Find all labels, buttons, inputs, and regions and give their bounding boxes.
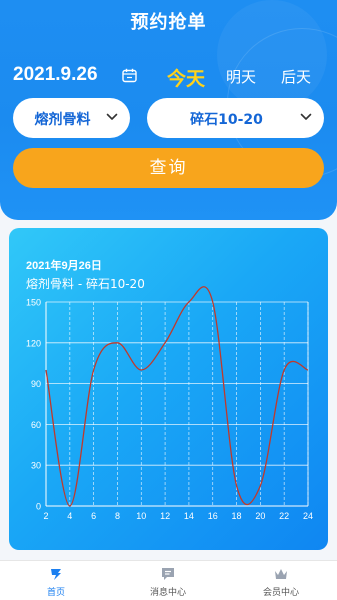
- x-tick-label: 22: [279, 511, 289, 521]
- date-bar: 2021.9.26 今天 明天 后天: [13, 64, 325, 90]
- x-tick-label: 14: [184, 511, 194, 521]
- line-chart: 03060901201502 4 6 8 10 12 14 16 18 20 22 24: [26, 286, 313, 521]
- material-select[interactable]: 熔剂骨料: [13, 98, 130, 138]
- current-date[interactable]: 2021.9.26: [13, 64, 98, 86]
- spec-select[interactable]: 碎石10-20: [147, 98, 324, 138]
- header-panel: 预约抢单 2021.9.26 今天 明天 后天 熔剂骨料 碎石10-20 查询: [0, 0, 337, 220]
- y-tick-label: 120: [26, 338, 41, 348]
- calendar-icon[interactable]: [122, 68, 137, 83]
- tab-home[interactable]: 首页: [0, 561, 112, 600]
- y-tick-label: 30: [31, 461, 41, 471]
- tab-messages[interactable]: 消息中心: [112, 561, 224, 600]
- x-tick-label: 8: [115, 511, 120, 521]
- chevron-down-icon: [300, 113, 312, 120]
- message-icon: [162, 568, 174, 580]
- series-line: [45, 286, 309, 507]
- x-tick-label: 24: [303, 511, 313, 521]
- chart-card: 2021年9月26日 熔剂骨料 - 碎石10-20 0 30 60 90 120 150 2…: [9, 228, 328, 550]
- y-tick-label: 0: [36, 502, 41, 512]
- x-tick-label: 2: [43, 511, 48, 521]
- x-tick-label: 12: [160, 511, 170, 521]
- query-button[interactable]: 查询: [13, 148, 324, 188]
- chevron-down-icon: [106, 113, 118, 120]
- x-tick-label: 4: [67, 511, 72, 521]
- y-tick-label: 60: [31, 420, 41, 430]
- spec-select-value: 碎石10-20: [190, 112, 263, 128]
- crown-icon: [275, 569, 287, 579]
- day-tab-tomorrow[interactable]: 明天: [226, 66, 256, 87]
- x-tick-label: 10: [136, 511, 146, 521]
- x-tick-label: 18: [232, 511, 242, 521]
- tab-home-label: 首页: [46, 588, 65, 598]
- x-tick-label: 20: [255, 511, 265, 521]
- y-tick-label: 90: [31, 379, 41, 389]
- y-tick-label: 150: [26, 298, 41, 308]
- day-tab-today[interactable]: 今天: [167, 64, 205, 91]
- tab-messages-label: 消息中心: [149, 588, 186, 598]
- day-tab-day-after[interactable]: 后天: [281, 66, 311, 87]
- app-title: 预约抢单: [130, 12, 207, 33]
- home-logo-icon: [51, 569, 61, 580]
- tab-membership[interactable]: 会员中心: [225, 561, 337, 600]
- x-tick-label: 6: [91, 511, 96, 521]
- x-tick-label: 16: [208, 511, 218, 521]
- tab-membership-label: 会员中心: [262, 588, 299, 598]
- bottom-tab-bar: 首页 消息中心 会员中心: [0, 560, 337, 600]
